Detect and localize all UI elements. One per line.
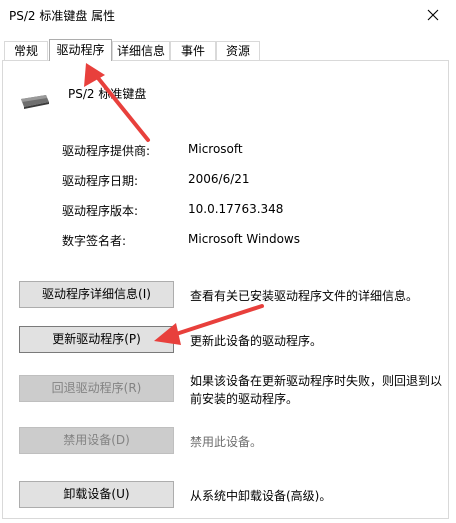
uninstall-device-button[interactable]: 卸载设备(U) [19, 481, 174, 508]
provider-label: 驱动程序提供商: [62, 144, 151, 158]
version-value: 10.0.17763.348 [188, 202, 284, 216]
tab-resources[interactable]: 资源 [216, 41, 260, 60]
tab-general[interactable]: 常规 [4, 41, 48, 60]
date-label: 驱动程序日期: [62, 174, 139, 188]
version-label: 驱动程序版本: [62, 204, 139, 218]
roll-back-driver-button: 回退驱动程序(R) [19, 375, 174, 402]
uninstall-device-description: 从系统中卸载设备(高级)。 [190, 489, 332, 503]
tab-driver[interactable]: 驱动程序 [49, 39, 112, 61]
signer-value: Microsoft Windows [188, 232, 300, 246]
device-name: PS/2 标准键盘 [68, 87, 147, 101]
keyboard-icon [21, 95, 49, 109]
driver-details-button[interactable]: 驱动程序详细信息(I) [19, 281, 174, 308]
signer-label: 数字签名者: [62, 234, 127, 248]
driver-details-description: 查看有关已安装驱动程序文件的详细信息。 [190, 289, 419, 303]
disable-device-button: 禁用设备(D) [19, 427, 174, 454]
tab-strip: 常规 驱动程序 详细信息 事件 资源 [0, 39, 456, 61]
close-icon [427, 9, 439, 21]
close-button[interactable] [410, 0, 456, 30]
tab-events[interactable]: 事件 [170, 41, 216, 60]
title-bar: PS/2 标准键盘 属性 [0, 0, 456, 30]
update-driver-description: 更新此设备的驱动程序。 [190, 334, 323, 348]
window-title: PS/2 标准键盘 属性 [9, 9, 116, 23]
disable-device-description: 禁用此设备。 [190, 435, 263, 449]
date-value: 2006/6/21 [188, 172, 250, 186]
provider-value: Microsoft [188, 142, 243, 156]
roll-back-driver-description: 如果该设备在更新驱动程序时失败，则回退到以前安装的驱动程序。 [190, 374, 443, 406]
tab-details[interactable]: 详细信息 [112, 41, 170, 60]
update-driver-button[interactable]: 更新驱动程序(P) [19, 326, 174, 353]
